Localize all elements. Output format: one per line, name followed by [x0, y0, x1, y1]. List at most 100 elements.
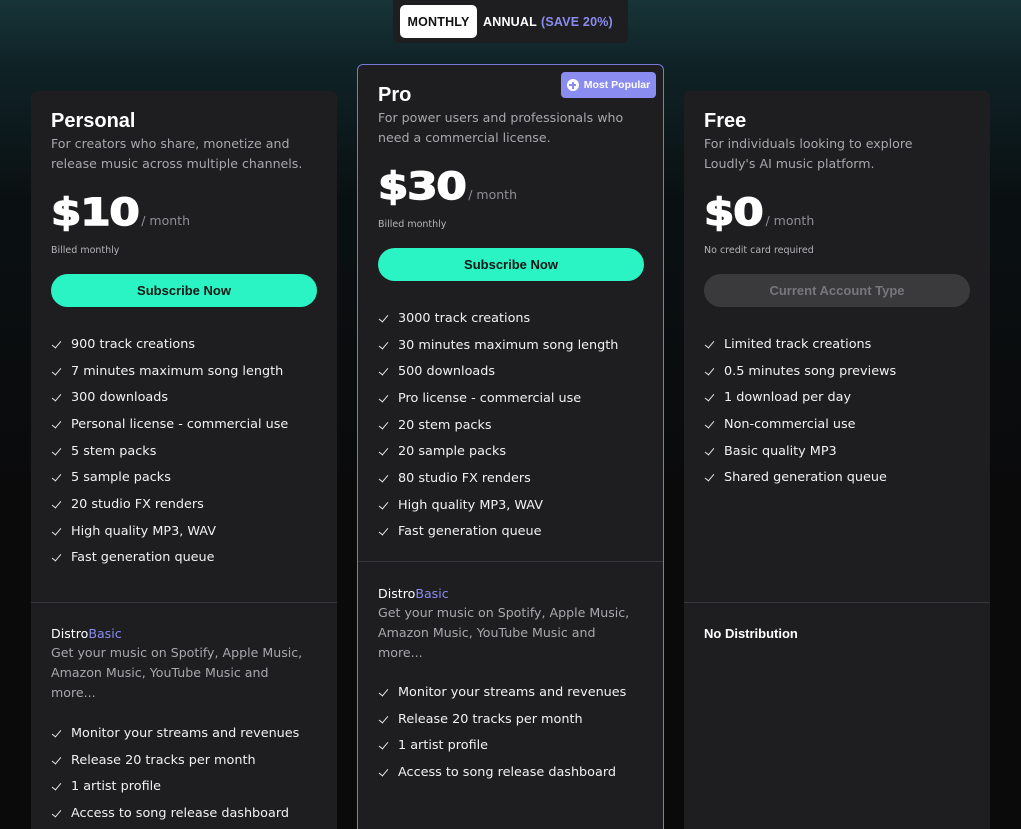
feature-label: Limited track creations	[724, 336, 872, 352]
distro-feature-list: Monitor your streams and revenues Release…	[378, 679, 626, 786]
feature-label: Personal license - commercial use	[71, 416, 289, 432]
plan-price: $0	[703, 190, 764, 234]
billing-note: Billed monthly	[51, 245, 120, 256]
check-icon	[378, 500, 389, 511]
check-icon	[51, 392, 62, 403]
price-period: / month	[765, 213, 815, 228]
feature-label: 20 sample packs	[398, 444, 507, 460]
distro-title: DistroBasic	[378, 586, 449, 601]
plan-name: Pro	[378, 84, 412, 106]
feature-label: 3000 track creations	[398, 310, 531, 326]
plan-card-free: Free For individuals looking to explore …	[684, 91, 990, 829]
feature-label: 0.5 minutes song previews	[724, 363, 897, 379]
feature-item: 500 downloads	[378, 358, 618, 385]
plus-circle-icon	[566, 79, 579, 91]
feature-item: 5 sample packs	[51, 464, 288, 491]
feature-label: 30 minutes maximum song length	[398, 337, 619, 353]
check-icon	[51, 808, 62, 819]
feature-item: Personal license - commercial use	[51, 411, 288, 438]
feature-label: 1 artist profile	[398, 738, 489, 754]
feature-label: 5 sample packs	[71, 470, 171, 486]
plan-price: $30	[377, 164, 467, 208]
feature-item: 80 studio FX renders	[378, 465, 618, 492]
distro-prefix: Distro	[378, 586, 416, 601]
feature-label: Fast generation queue	[398, 524, 542, 540]
annual-label: ANNUAL	[483, 14, 537, 29]
check-icon	[51, 728, 62, 739]
feature-item: 30 minutes maximum song length	[378, 332, 618, 359]
annual-save-label: (SAVE 20%)	[540, 14, 613, 29]
check-icon	[378, 340, 389, 351]
feature-label: Monitor your streams and revenues	[71, 725, 300, 741]
check-icon	[378, 740, 389, 751]
feature-item: Limited track creations	[704, 331, 896, 358]
annual-toggle-button[interactable]: ANNUAL (SAVE 20%)	[483, 15, 613, 29]
check-icon	[51, 526, 62, 537]
price-period: / month	[141, 213, 190, 228]
feature-label: Basic quality MP3	[724, 443, 837, 459]
check-icon	[378, 687, 389, 698]
feature-item: 20 studio FX renders	[51, 491, 288, 518]
subscribe-button[interactable]: Subscribe Now	[378, 248, 644, 281]
distro-feature-list: Monitor your streams and revenues Release…	[51, 720, 299, 827]
check-icon	[378, 714, 389, 725]
monthly-toggle-button[interactable]: MONTHLY	[400, 5, 477, 38]
plan-card-pro: Most Popular Pro For power users and pro…	[357, 64, 664, 829]
feature-label: Shared generation queue	[724, 470, 887, 486]
feature-item: Fast generation queue	[378, 519, 618, 546]
feature-item: 7 minutes maximum song length	[51, 358, 288, 385]
feature-label: Pro license - commercial use	[398, 390, 582, 406]
feature-item: 1 artist profile	[378, 732, 626, 759]
feature-item: Access to song release dashboard	[51, 800, 299, 827]
feature-item: Monitor your streams and revenues	[378, 679, 626, 706]
feature-label: Release 20 tracks per month	[71, 752, 256, 768]
feature-item: 900 track creations	[51, 331, 288, 358]
check-icon	[51, 366, 62, 377]
distro-description: Get your music on Spotify, Apple Music, …	[378, 605, 630, 660]
plan-description: For creators who share, monetize and rel…	[51, 136, 303, 171]
feature-item: 3000 track creations	[378, 305, 618, 332]
feature-item: 300 downloads	[51, 384, 288, 411]
feature-list: 3000 track creations 30 minutes maximum s…	[378, 305, 618, 545]
feature-item: Access to song release dashboard	[378, 759, 626, 786]
plan-description: For power users and professionals who ne…	[378, 110, 624, 145]
check-icon	[51, 472, 62, 483]
distro-description: Get your music on Spotify, Apple Music, …	[51, 645, 303, 700]
badge-label: Most Popular	[583, 79, 651, 91]
feature-label: 1 artist profile	[71, 779, 162, 795]
feature-item: 20 stem packs	[378, 412, 618, 439]
feature-item: High quality MP3, WAV	[51, 518, 288, 545]
plan-description: For individuals looking to explore Loudl…	[704, 136, 913, 171]
check-icon	[51, 446, 62, 457]
feature-label: Fast generation queue	[71, 550, 215, 566]
feature-item: Shared generation queue	[704, 464, 896, 491]
check-icon	[51, 755, 62, 766]
feature-item: High quality MP3, WAV	[378, 492, 618, 519]
price-row: $0 / month	[703, 190, 815, 234]
current-account-type-button[interactable]: Current Account Type	[704, 274, 970, 307]
subscribe-button[interactable]: Subscribe Now	[51, 274, 317, 307]
feature-label: Release 20 tracks per month	[398, 711, 583, 727]
check-icon	[51, 552, 62, 563]
no-distribution-label: No Distribution	[704, 626, 798, 641]
feature-label: 80 studio FX renders	[398, 470, 531, 486]
check-icon	[378, 767, 389, 778]
feature-list: Limited track creations 0.5 minutes song …	[704, 331, 896, 491]
billing-toggle: MONTHLY ANNUAL (SAVE 20%)	[393, 0, 628, 43]
billing-note: No credit card required	[704, 245, 814, 256]
feature-label: 500 downloads	[398, 364, 496, 380]
check-icon	[51, 781, 62, 792]
check-icon	[704, 339, 715, 350]
feature-item: Pro license - commercial use	[378, 385, 618, 412]
feature-list: 900 track creations 7 minutes maximum son…	[51, 331, 288, 571]
feature-item: 1 artist profile	[51, 773, 299, 800]
divider	[684, 602, 990, 603]
feature-label: 5 stem packs	[71, 443, 157, 459]
check-icon	[378, 393, 389, 404]
plan-name: Free	[704, 110, 747, 132]
distro-title: DistroBasic	[51, 626, 122, 641]
distro-tier: Basic	[88, 626, 122, 641]
check-icon	[51, 499, 62, 510]
check-icon	[378, 366, 389, 377]
divider	[358, 561, 663, 562]
